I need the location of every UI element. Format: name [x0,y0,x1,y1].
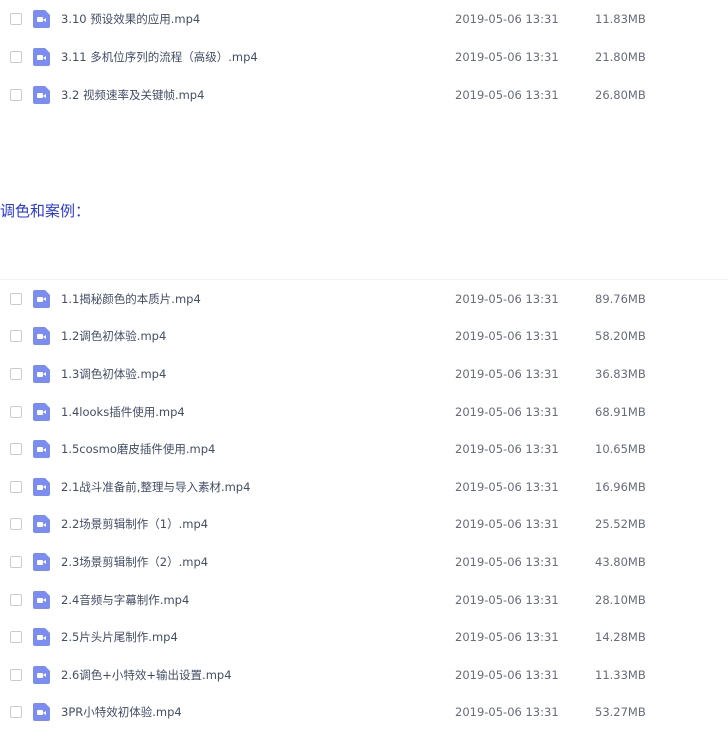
file-size: 14.28MB [595,630,646,645]
file-date: 2019-05-06 13:31 [455,442,559,457]
select-checkbox[interactable] [10,292,22,305]
video-file-icon [33,552,50,571]
file-row[interactable]: 3.11 多机位序列的流程（高级）.mp4 2019-05-06 13:31 21.… [0,38,728,76]
select-checkbox[interactable] [10,593,22,606]
select-checkbox[interactable] [10,51,22,63]
file-name-link[interactable]: 2.6调色+小特效+输出设置.mp4 [61,667,232,683]
file-size: 28.10MB [595,592,646,607]
select-checkbox[interactable] [10,668,22,681]
video-file-icon [33,86,50,104]
file-size: 25.52MB [595,517,646,532]
select-checkbox[interactable] [10,706,22,719]
select-checkbox[interactable] [10,367,22,380]
file-name-link[interactable]: 1.1揭秘颜色的本质片.mp4 [61,291,201,307]
file-row[interactable]: 3PR小特效初体验.mp4 2019-05-06 13:31 53.27MB [0,694,728,732]
file-date: 2019-05-06 13:31 [455,517,559,532]
file-date: 2019-05-06 13:31 [455,554,559,569]
file-name-link[interactable]: 1.3调色初体验.mp4 [61,366,166,382]
file-date: 2019-05-06 13:31 [455,705,559,720]
file-row[interactable]: 2.5片头片尾制作.mp4 2019-05-06 13:31 14.28MB [0,618,728,656]
file-date: 2019-05-06 13:31 [455,479,559,494]
file-date: 2019-05-06 13:31 [455,592,559,607]
video-file-icon [33,364,50,383]
video-file-icon [33,477,50,496]
file-row[interactable]: 1.3调色初体验.mp4 2019-05-06 13:31 36.83MB [0,355,728,393]
file-name-link[interactable]: 1.5cosmo磨皮插件使用.mp4 [61,441,215,457]
video-file-icon [33,402,50,421]
video-file-icon [33,515,50,534]
file-date: 2019-05-06 13:31 [455,291,559,306]
file-size: 36.83MB [595,366,646,381]
file-name-link[interactable]: 2.2场景剪辑制作（1）.mp4 [61,516,208,532]
file-list-top: 3.10 预设效果的应用.mp4 2019-05-06 13:31 11.83MB 3… [0,0,728,114]
video-file-icon [33,48,50,66]
file-name-link[interactable]: 3.10 预设效果的应用.mp4 [61,11,200,27]
select-checkbox[interactable] [10,518,22,531]
video-file-icon [33,628,50,647]
file-name-link[interactable]: 3.11 多机位序列的流程（高级）.mp4 [61,49,258,65]
select-checkbox[interactable] [10,405,22,418]
file-name-link[interactable]: 1.2调色初体验.mp4 [61,328,166,344]
file-size: 11.83MB [595,12,646,26]
file-row[interactable]: 2.3场景剪辑制作（2）.mp4 2019-05-06 13:31 43.80MB [0,543,728,581]
file-list-bottom: 1.1揭秘颜色的本质片.mp4 2019-05-06 13:31 89.76MB 1.… [0,279,728,731]
file-name-link[interactable]: 1.4looks插件使用.mp4 [61,404,185,420]
file-row[interactable]: 3.10 预设效果的应用.mp4 2019-05-06 13:31 11.83MB [0,0,728,38]
file-date: 2019-05-06 13:31 [455,630,559,645]
file-size: 89.76MB [595,291,646,306]
select-checkbox[interactable] [10,89,22,101]
select-checkbox[interactable] [10,13,22,25]
file-row[interactable]: 2.2场景剪辑制作（1）.mp4 2019-05-06 13:31 25.52MB [0,506,728,544]
section-heading: 调色和案例： [0,202,91,220]
file-row[interactable]: 2.4音频与字幕制作.mp4 2019-05-06 13:31 28.10MB [0,581,728,619]
file-size: 53.27MB [595,705,646,720]
file-size: 26.80MB [595,88,646,102]
file-date: 2019-05-06 13:31 [455,12,559,26]
file-row[interactable]: 1.4looks插件使用.mp4 2019-05-06 13:31 68.91MB [0,393,728,431]
file-row[interactable]: 1.1揭秘颜色的本质片.mp4 2019-05-06 13:31 89.76MB [0,280,728,318]
file-row[interactable]: 1.5cosmo磨皮插件使用.mp4 2019-05-06 13:31 10.65M… [0,430,728,468]
video-file-icon [33,665,50,684]
file-date: 2019-05-06 13:31 [455,366,559,381]
select-checkbox[interactable] [10,555,22,568]
file-date: 2019-05-06 13:31 [455,50,559,64]
file-size: 68.91MB [595,404,646,419]
file-name-link[interactable]: 2.1战斗准备前,整理与导入素材.mp4 [61,479,250,495]
file-name-link[interactable]: 3.2 视频速率及关键帧.mp4 [61,87,204,103]
file-size: 58.20MB [595,329,646,344]
file-size: 43.80MB [595,554,646,569]
file-size: 11.33MB [595,667,646,682]
video-file-icon [33,327,50,346]
file-size: 16.96MB [595,479,646,494]
video-file-icon [33,10,50,28]
select-checkbox[interactable] [10,330,22,343]
file-name-link[interactable]: 2.3场景剪辑制作（2）.mp4 [61,554,208,570]
file-row[interactable]: 2.1战斗准备前,整理与导入素材.mp4 2019-05-06 13:31 16.9… [0,468,728,506]
file-row[interactable]: 1.2调色初体验.mp4 2019-05-06 13:31 58.20MB [0,318,728,356]
file-date: 2019-05-06 13:31 [455,88,559,102]
video-file-icon [33,289,50,308]
file-name-link[interactable]: 3PR小特效初体验.mp4 [61,704,182,720]
file-date: 2019-05-06 13:31 [455,329,559,344]
file-size: 10.65MB [595,442,646,457]
video-file-icon [33,590,50,609]
file-size: 21.80MB [595,50,646,64]
select-checkbox[interactable] [10,443,22,456]
file-name-link[interactable]: 2.5片头片尾制作.mp4 [61,629,178,645]
file-row[interactable]: 3.2 视频速率及关键帧.mp4 2019-05-06 13:31 26.80MB [0,76,728,114]
file-date: 2019-05-06 13:31 [455,667,559,682]
file-date: 2019-05-06 13:31 [455,404,559,419]
select-checkbox[interactable] [10,631,22,644]
file-name-link[interactable]: 2.4音频与字幕制作.mp4 [61,592,189,608]
file-row[interactable]: 2.6调色+小特效+输出设置.mp4 2019-05-06 13:31 11.33M… [0,656,728,694]
select-checkbox[interactable] [10,480,22,493]
video-file-icon [33,440,50,459]
video-file-icon [33,703,50,722]
